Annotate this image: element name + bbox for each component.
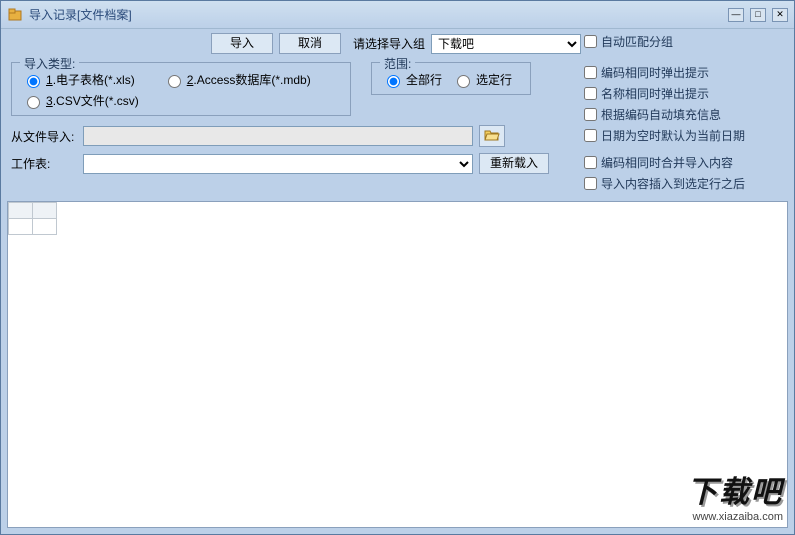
radio-csv[interactable]: 3.CSV文件(*.csv) (22, 92, 139, 109)
sheet-select[interactable] (83, 154, 473, 174)
window-buttons: — □ ✕ (728, 8, 788, 22)
lbl-name-dup[interactable]: 名称相同时弹出提示 (601, 85, 709, 102)
radio-all-input[interactable] (387, 75, 400, 88)
chk-auto-match[interactable] (584, 35, 597, 48)
group-select[interactable]: 下载吧 (431, 34, 581, 54)
reload-button[interactable]: 重新载入 (479, 153, 549, 174)
chk-name-dup[interactable] (584, 87, 597, 100)
radio-mdb[interactable]: 2.Access数据库(*.mdb) (163, 71, 311, 88)
chk-code-dup[interactable] (584, 66, 597, 79)
options-panel: 自动匹配分组 编码相同时弹出提示 名称相同时弹出提示 根据编码自动填充信息 日期… (584, 31, 784, 194)
radio-selected-rows[interactable]: 选定行 (452, 71, 512, 88)
sheet-label: 工作表: (11, 155, 77, 172)
lbl-insert-after[interactable]: 导入内容插入到选定行之后 (601, 175, 745, 192)
radio-csv-input[interactable] (27, 96, 40, 109)
app-icon (7, 7, 23, 23)
titlebar: 导入记录[文件档案] — □ ✕ (1, 1, 794, 29)
grid-header-cell[interactable] (9, 203, 33, 219)
from-file-input[interactable] (83, 126, 473, 146)
radio-xls-input[interactable] (27, 75, 40, 88)
from-file-label: 从文件导入: (11, 128, 77, 145)
lbl-auto-match[interactable]: 自动匹配分组 (601, 33, 673, 50)
lbl-merge[interactable]: 编码相同时合并导入内容 (601, 154, 733, 171)
grid-cell[interactable] (9, 219, 33, 235)
select-group-label: 请选择导入组 (353, 35, 425, 52)
watermark: 下载吧 www.xiazaiba.com (687, 467, 783, 523)
grid-cell[interactable] (33, 219, 57, 235)
data-grid[interactable]: 下载吧 www.xiazaiba.com (7, 201, 788, 528)
chk-merge[interactable] (584, 156, 597, 169)
radio-mdb-input[interactable] (168, 75, 181, 88)
cancel-button[interactable]: 取消 (279, 33, 341, 54)
scope-legend: 范围: (380, 55, 415, 72)
lbl-code-dup[interactable]: 编码相同时弹出提示 (601, 64, 709, 81)
scope-group: 范围: 全部行 选定行 (371, 62, 531, 95)
close-button[interactable]: ✕ (772, 8, 788, 22)
radio-all-rows[interactable]: 全部行 (382, 71, 442, 88)
import-type-group: 导入类型: 1.电子表格(*.xls) 2.Access数据库(*.mdb) 3… (11, 62, 351, 116)
import-type-legend: 导入类型: (20, 55, 79, 72)
minimize-button[interactable]: — (728, 8, 744, 22)
window-title: 导入记录[文件档案] (29, 6, 728, 23)
chk-auto-fill[interactable] (584, 108, 597, 121)
lbl-auto-fill[interactable]: 根据编码自动填充信息 (601, 106, 721, 123)
grid-header-cell[interactable] (33, 203, 57, 219)
radio-xls[interactable]: 1.电子表格(*.xls) (22, 71, 135, 88)
chk-empty-date[interactable] (584, 129, 597, 142)
import-button[interactable]: 导入 (211, 33, 273, 54)
grid-table (8, 202, 57, 235)
lbl-empty-date[interactable]: 日期为空时默认为当前日期 (601, 127, 745, 144)
maximize-button[interactable]: □ (750, 8, 766, 22)
window: 导入记录[文件档案] — □ ✕ 导入 取消 请选择导入组 下载吧 导入类型: … (0, 0, 795, 535)
chk-insert-after[interactable] (584, 177, 597, 190)
folder-open-icon (484, 128, 500, 145)
radio-sel-input[interactable] (457, 75, 470, 88)
watermark-logo: 下载吧 (687, 467, 783, 511)
watermark-url: www.xiazaiba.com (687, 511, 783, 523)
browse-button[interactable] (479, 125, 505, 147)
